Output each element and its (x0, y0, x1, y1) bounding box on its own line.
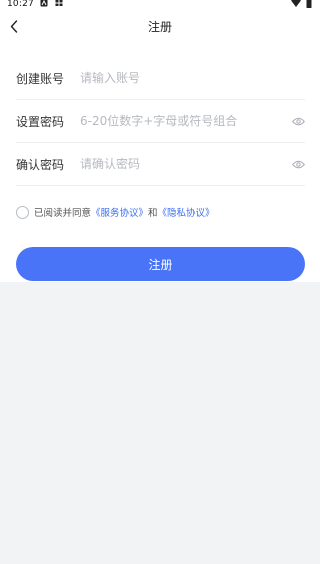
agreement-row: 已阅读并同意 《服务协议》 和 《隐私协议》 (16, 204, 215, 220)
notification-b-icon (55, 0, 63, 6)
eye-icon (291, 117, 305, 125)
agreement-prefix: 已阅读并同意 (34, 208, 92, 219)
privacy-agreement-link[interactable]: 《隐私协议》 (158, 205, 215, 219)
agreement-conjunction: 和 (148, 208, 158, 219)
battery-icon (306, 0, 312, 8)
confirm-password-input[interactable] (80, 152, 280, 176)
nav-bar: 注册 (0, 10, 320, 42)
status-bar: 10:27 (0, 0, 320, 10)
register-button[interactable]: 注册 (16, 247, 305, 281)
password-visibility-toggle[interactable] (291, 114, 305, 128)
status-time: 10:27 (7, 0, 34, 9)
password-input[interactable] (80, 109, 280, 133)
notification-a-icon (40, 0, 48, 7)
confirm-password-label: 确认密码 (16, 158, 65, 172)
confirm-password-row: 确认密码 (16, 143, 305, 186)
register-screen: 10:27 注册 创建账号 设置密 (0, 0, 320, 564)
account-label: 创建账号 (16, 72, 65, 86)
password-label: 设置密码 (16, 115, 65, 129)
account-row: 创建账号 (16, 57, 305, 100)
password-row: 设置密码 (16, 100, 305, 143)
service-agreement-link[interactable]: 《服务协议》 (91, 205, 148, 219)
eye-icon (291, 160, 305, 168)
confirm-password-visibility-toggle[interactable] (291, 157, 305, 171)
page-title: 注册 (147, 20, 172, 34)
wifi-icon (291, 0, 301, 7)
account-input[interactable] (80, 66, 280, 90)
agreement-checkbox[interactable] (16, 205, 29, 219)
